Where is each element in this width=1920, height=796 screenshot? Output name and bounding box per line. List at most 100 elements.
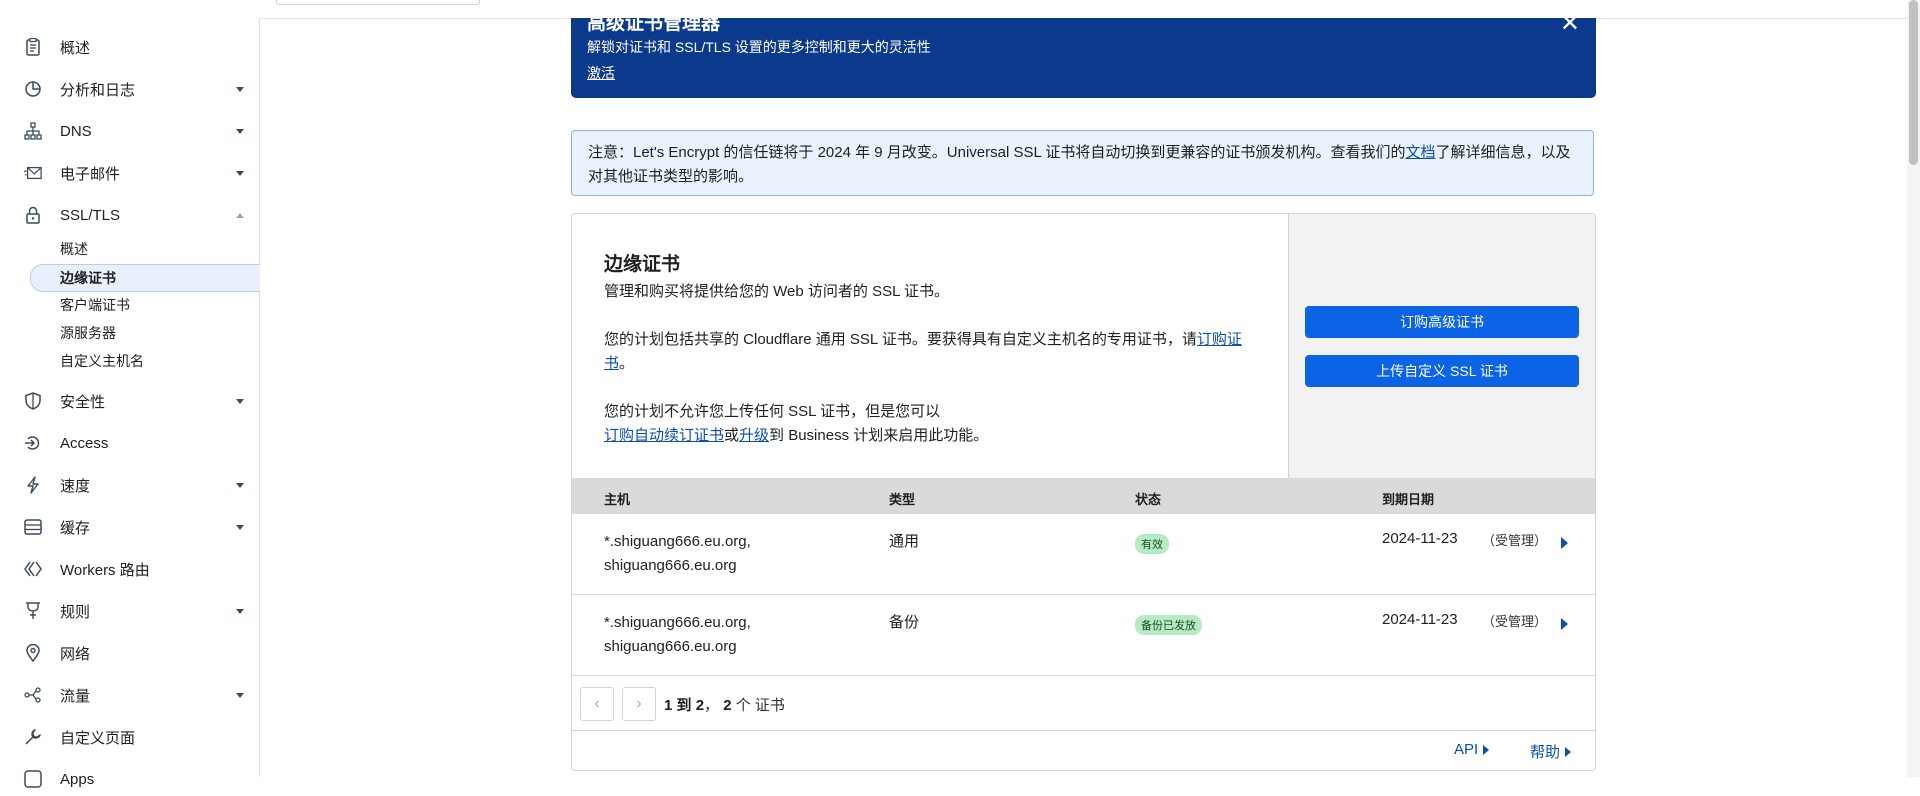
- managed-label: （受管理）: [1482, 533, 1548, 548]
- chevron-down-icon: [236, 86, 244, 92]
- chevron-up-icon: [236, 212, 244, 218]
- notice-text: 注意：Let's Encrypt 的信任链将于 2024 年 9 月改变。Uni…: [588, 141, 1578, 189]
- sidebar-item-email[interactable]: 电子邮件: [0, 156, 259, 190]
- host-line: *.shiguang666.eu.org,: [604, 614, 751, 631]
- order-auto-renew-link[interactable]: 订购自动续订证书: [604, 427, 724, 444]
- expand-arrow-icon[interactable]: [1561, 537, 1568, 549]
- upgrade-link[interactable]: 升级: [739, 427, 769, 444]
- sidebar-item-label: Access: [60, 434, 109, 452]
- plan-info-text: 您的计划包括共享的 Cloudflare 通用 SSL 证书。要获得具有自定义主…: [604, 328, 1264, 376]
- plan-info-line: 您的计划包括共享的 Cloudflare 通用 SSL 证书。要获得具有自定义主…: [604, 331, 1197, 348]
- managed-label: （受管理）: [1482, 614, 1548, 629]
- sidebar-item-label: 流量: [60, 687, 91, 705]
- sidebar-subitem-label: 客户端证书: [60, 297, 130, 313]
- range-from: 1: [664, 697, 673, 714]
- sidebar-item-label: Workers 路由: [60, 561, 150, 579]
- sidebar-subitem-origin-server[interactable]: 源服务器: [30, 320, 259, 346]
- sidebar-item-label: 分析和日志: [60, 81, 136, 99]
- sidebar-item-dns[interactable]: DNS: [0, 114, 259, 148]
- document-icon: [24, 38, 42, 56]
- status-badge: 有效: [1135, 534, 1169, 554]
- help-link-label: 帮助: [1530, 744, 1561, 761]
- sidebar-item-rules[interactable]: 规则: [0, 594, 259, 628]
- sidebar-item-caching[interactable]: 缓存: [0, 510, 259, 544]
- shield-icon: [24, 392, 42, 410]
- lock-icon: [24, 206, 42, 224]
- search-input[interactable]: [276, 0, 480, 5]
- sidebar-item-speed[interactable]: 速度: [0, 468, 259, 502]
- status-badge: 备份已发放: [1135, 615, 1202, 635]
- sidebar-item-label: 速度: [60, 477, 91, 495]
- sidebar-item-label: 自定义页面: [60, 729, 136, 747]
- sidebar-subitem-label: 边缘证书: [60, 270, 116, 286]
- total-count: 2: [723, 697, 732, 714]
- sidebar-item-ssl-tls[interactable]: SSL/TLS: [0, 198, 259, 232]
- lightning-icon: [24, 476, 42, 494]
- sidebar-item-label: 网络: [60, 645, 91, 663]
- sidebar-subitem-client-certificates[interactable]: 客户端证书: [30, 292, 259, 318]
- banner-description: 解锁对证书和 SSL/TLS 设置的更多控制和更大的灵活性: [587, 39, 931, 55]
- traffic-icon: [24, 686, 42, 704]
- chevron-down-icon: [236, 692, 244, 698]
- sidebar-item-overview[interactable]: 概述: [0, 30, 259, 64]
- top-bar: [0, 0, 1920, 19]
- upload-custom-ssl-button[interactable]: 上传自定义 SSL 证书: [1305, 355, 1579, 387]
- sidebar-item-access[interactable]: Access: [0, 426, 259, 460]
- scrollbar-thumb[interactable]: [1909, 0, 1918, 165]
- upload-restriction-text: 您的计划不允许您上传任何 SSL 证书，但是您可以 订购自动续订证书或升级到 Bu…: [604, 400, 1264, 448]
- sidebar-item-label: 概述: [60, 39, 91, 57]
- or-text: 或: [724, 427, 740, 444]
- order-advanced-certificate-button[interactable]: 订购高级证书: [1305, 306, 1579, 338]
- sidebar-item-workers-routes[interactable]: Workers 路由: [0, 552, 259, 586]
- type-cell: 备份: [889, 614, 920, 631]
- sidebar-subitem-label: 概述: [60, 241, 88, 257]
- card-description: 管理和购买将提供给您的 Web 访问者的 SSL 证书。: [604, 283, 950, 300]
- range-separator: ，: [704, 697, 720, 714]
- host-cell: *.shiguang666.eu.org, shiguang666.eu.org: [604, 530, 751, 578]
- network-icon: [24, 122, 42, 140]
- activate-link[interactable]: 激活: [587, 63, 615, 83]
- caret-right-icon: [1565, 746, 1572, 757]
- table-row[interactable]: *.shiguang666.eu.org, shiguang666.eu.org …: [572, 595, 1595, 676]
- range-to: 2: [695, 697, 705, 714]
- sidebar-subitem-edge-certificates[interactable]: 边缘证书: [30, 264, 260, 292]
- page-scrollbar[interactable]: [1907, 0, 1920, 777]
- expand-arrow-icon[interactable]: [1561, 618, 1568, 630]
- docs-link[interactable]: 文档: [1405, 144, 1435, 161]
- sidebar-item-analytics[interactable]: 分析和日志: [0, 72, 259, 106]
- range-to-word: 到: [676, 697, 692, 714]
- host-line: shiguang666.eu.org: [604, 557, 737, 574]
- sidebar-item-label: DNS: [60, 122, 92, 140]
- restriction-end: 到 Business 计划来启用此功能。: [769, 427, 989, 444]
- chevron-down-icon: [236, 482, 244, 488]
- sidebar-item-traffic[interactable]: 流量: [0, 678, 259, 712]
- count-unit: 个 证书: [735, 697, 785, 714]
- sidebar-subitem-custom-hostnames[interactable]: 自定义主机名: [30, 348, 259, 374]
- wrench-icon: [24, 728, 42, 746]
- table-row[interactable]: *.shiguang666.eu.org, shiguang666.eu.org …: [572, 514, 1595, 595]
- column-header-type: 类型: [889, 492, 916, 507]
- card-footer: API 帮助: [572, 731, 1595, 769]
- sidebar-item-apps[interactable]: Apps: [0, 762, 259, 796]
- sidebar-item-label: 安全性: [60, 393, 106, 411]
- storage-icon: [24, 518, 42, 536]
- table-header: 主机 类型 状态 到期日期: [572, 478, 1595, 514]
- banner-title: 高级证书管理器: [587, 18, 721, 34]
- next-page-button[interactable]: ›: [622, 687, 656, 721]
- rules-icon: [24, 602, 42, 620]
- edge-certificates-card: 边缘证书 管理和购买将提供给您的 Web 访问者的 SSL 证书。 您的计划包括…: [571, 213, 1596, 771]
- pagination-info: 1 到 2， 2 个 证书: [664, 694, 785, 715]
- help-link[interactable]: 帮助: [1530, 741, 1572, 762]
- prev-page-button[interactable]: ‹: [580, 687, 614, 721]
- sidebar-item-network[interactable]: 网络: [0, 636, 259, 670]
- close-icon[interactable]: ✕: [1560, 18, 1580, 36]
- access-icon: [24, 434, 42, 452]
- sidebar-item-custom-pages[interactable]: 自定义页面: [0, 720, 259, 754]
- location-pin-icon: [24, 644, 42, 662]
- sidebar-subitem-ssl-overview[interactable]: 概述: [30, 236, 259, 262]
- type-cell: 通用: [889, 533, 920, 550]
- host-line: *.shiguang666.eu.org,: [604, 533, 751, 550]
- api-link[interactable]: API: [1454, 741, 1490, 758]
- sidebar-item-security[interactable]: 安全性: [0, 384, 259, 418]
- sidebar-subitem-label: 源服务器: [60, 325, 116, 341]
